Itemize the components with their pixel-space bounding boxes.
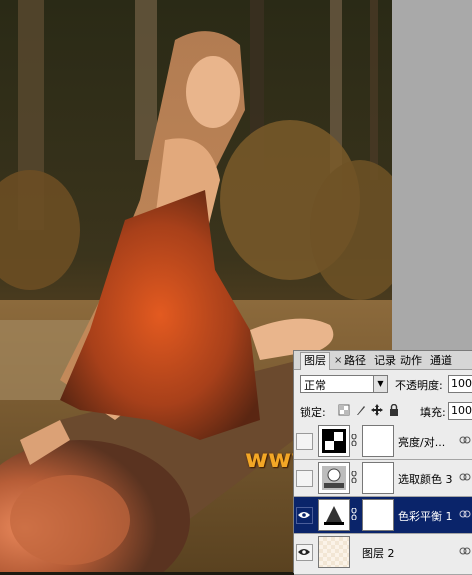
panel-tabs: 图层 × 路径 记录 动作 通道 [294,351,472,370]
tab-paths[interactable]: 路径 [344,353,366,369]
tab-actions[interactable]: 动作 [400,353,422,369]
layer-mask-thumbnail[interactable] [362,499,394,531]
layer-name[interactable]: 色彩平衡 1 [398,508,453,524]
layer-mask-thumbnail[interactable] [362,425,394,457]
layer-row-layer-2[interactable]: 图层 2 [294,534,472,575]
link-icon[interactable] [351,434,357,446]
layer-name[interactable]: 亮度/对... [398,434,445,450]
workspace-background [392,0,472,350]
opacity-input[interactable]: 100% [448,375,472,393]
chain-icon [459,547,471,555]
visibility-toggle[interactable] [296,470,313,487]
blend-mode-select[interactable]: 正常 ▼ [300,375,388,393]
lock-all-icon[interactable] [388,404,400,416]
lock-transparency-icon[interactable] [338,404,350,416]
chain-icon [459,436,471,444]
tab-close-icon[interactable]: × [334,353,342,369]
layer-mask-thumbnail[interactable] [362,462,394,494]
visibility-toggle[interactable] [296,433,313,450]
layer-row-selective-color[interactable]: 选取颜色 3 [294,460,472,497]
opacity-label: 不透明度: [395,379,443,392]
blend-mode-value: 正常 [304,379,326,392]
adjustment-thumbnail[interactable] [318,462,350,494]
adjustment-thumbnail[interactable] [318,499,350,531]
chain-icon [459,473,471,481]
layer-thumbnail[interactable] [318,536,350,568]
layers-panel: 图层 × 路径 记录 动作 通道 正常 ▼ 不透明度: 100% 锁定: 填充:… [293,350,472,575]
link-icon[interactable] [351,508,357,520]
layer-row-brightness[interactable]: 亮度/对... [294,423,472,460]
chevron-down-icon[interactable]: ▼ [373,376,387,392]
tab-layers[interactable]: 图层 [300,352,330,370]
eye-icon[interactable] [296,507,313,524]
lock-brush-icon[interactable] [355,404,367,416]
tab-channels[interactable]: 通道 [430,353,452,369]
lock-move-icon[interactable] [371,404,383,416]
fill-label: 填充: [420,406,446,419]
tab-history[interactable]: 记录 [374,353,396,369]
blend-row: 正常 ▼ 不透明度: 100% [300,375,472,393]
link-icon[interactable] [351,471,357,483]
adjustment-thumbnail[interactable] [318,425,350,457]
chain-icon [459,510,471,518]
fill-input[interactable]: 100% [448,402,472,420]
eye-icon[interactable] [296,544,313,561]
lock-label: 锁定: [300,406,326,419]
lock-row: 锁定: 填充: 100% [300,402,472,420]
layer-name[interactable]: 图层 2 [362,545,395,561]
layer-row-color-balance[interactable]: 色彩平衡 1 [294,497,472,534]
layer-name[interactable]: 选取颜色 3 [398,471,453,487]
